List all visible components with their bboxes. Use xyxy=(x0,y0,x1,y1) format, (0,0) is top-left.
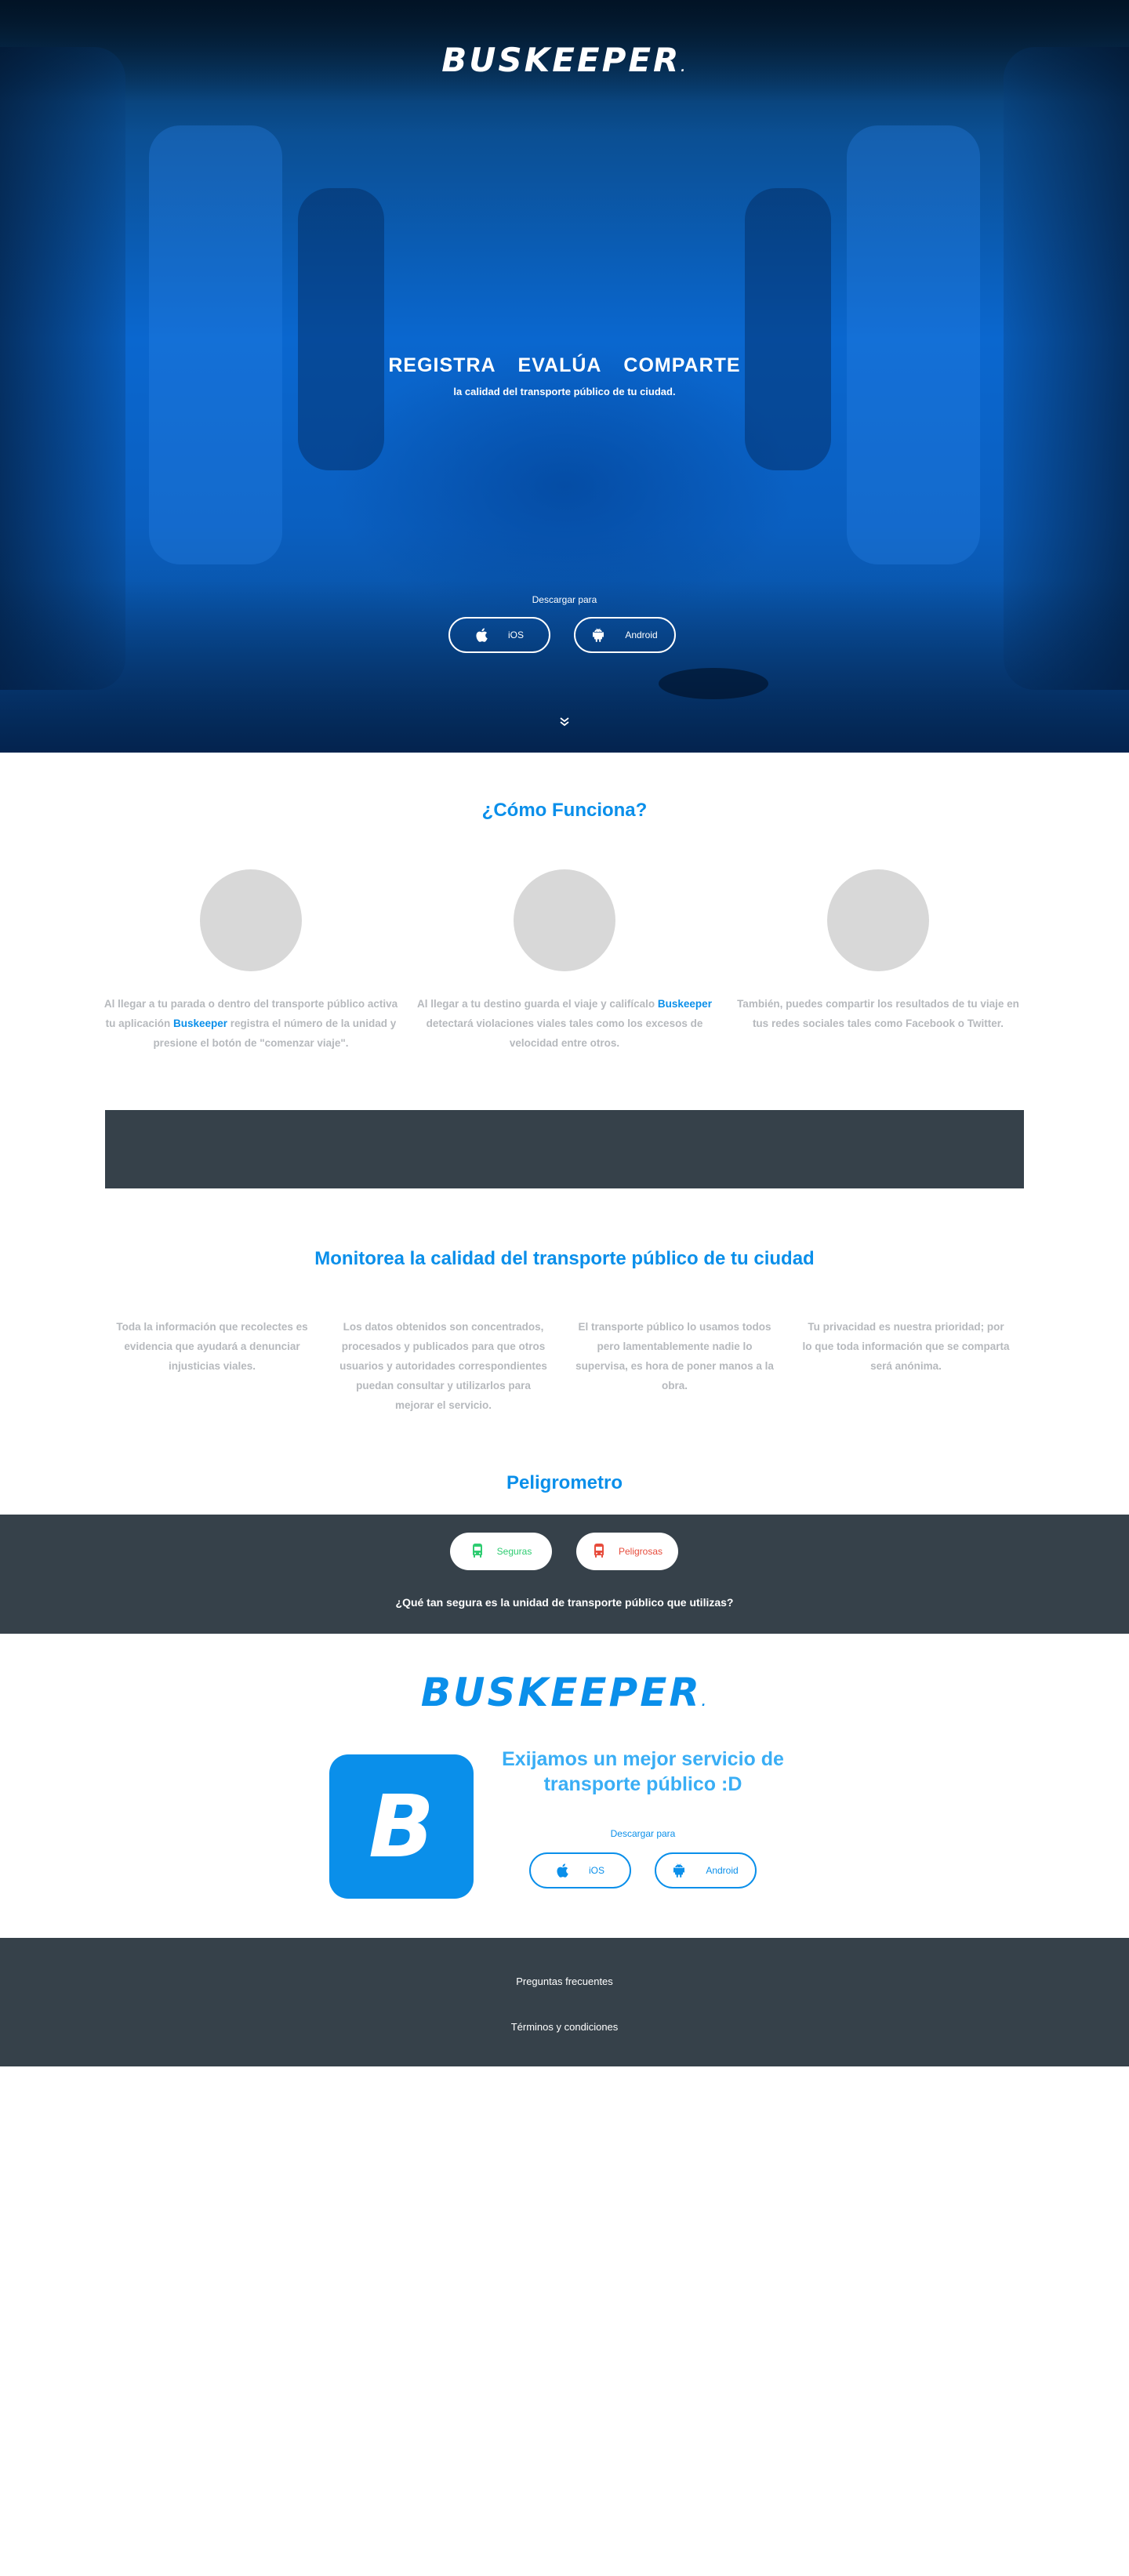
hero-headline: REGISTRA EVALÚA COMPARTE xyxy=(0,354,1129,377)
monitor-item-2: Los datos obtenidos son concentrados, pr… xyxy=(339,1321,547,1411)
hero-bg-seat-left-mid xyxy=(149,125,282,564)
hero-bg-seat-right-far xyxy=(745,188,831,470)
step-2-brand-link[interactable]: Buskeeper xyxy=(658,998,712,1010)
hero-download-label: Descargar para xyxy=(532,594,597,605)
logo-text: BUSKEEPER xyxy=(441,41,681,79)
peligrometro-title: Peligrometro xyxy=(506,1472,623,1493)
hero-logo[interactable]: BUSKEEPER. xyxy=(0,41,1129,79)
footer-logo: BUSKEEPER. xyxy=(0,1670,1129,1715)
landing-page: BUSKEEPER. REGISTRA EVALÚA COMPARTE la c… xyxy=(0,0,1129,2576)
cta-android-label: Android xyxy=(706,1865,739,1876)
hero-word-comparte: COMPARTE xyxy=(623,354,741,376)
peligrometro-question: ¿Qué tan segura es la unidad de transpor… xyxy=(395,1596,734,1609)
dangerous-filter-label: Peligrosas xyxy=(618,1546,663,1557)
step-1-image xyxy=(200,869,302,971)
logo-mark: . xyxy=(681,62,688,74)
step-2-image xyxy=(514,869,615,971)
double-chevron-down-icon[interactable] xyxy=(555,717,574,732)
apple-icon xyxy=(556,1863,572,1878)
faq-link[interactable]: Preguntas frecuentes xyxy=(0,1976,1129,1987)
step-2-text: Al llegar a tu destino guarda el viaje y… xyxy=(416,994,713,1053)
step-3-text-a: También, puedes compartir los resultados… xyxy=(737,998,1019,1029)
peligrometro-band xyxy=(0,1515,1129,1634)
hero-ios-button[interactable]: iOS xyxy=(448,617,550,653)
app-icon: B xyxy=(329,1754,474,1899)
hero-section: BUSKEEPER. REGISTRA EVALÚA COMPARTE la c… xyxy=(0,0,1129,753)
monitor-item-4: Tu privacidad es nuestra prioridad; por … xyxy=(802,1321,1010,1372)
monitor-item-3: El transporte público lo usamos todos pe… xyxy=(575,1321,774,1391)
step-1-brand-link[interactable]: Buskeeper xyxy=(173,1018,227,1029)
step-2-text-a: Al llegar a tu destino guarda el viaje y… xyxy=(417,998,658,1010)
hero-ios-label: iOS xyxy=(507,629,524,640)
footer: Preguntas frecuentes Términos y condicio… xyxy=(0,1938,1129,2066)
app-icon-letter: B xyxy=(368,1776,434,1877)
hero-word-registra: REGISTRA xyxy=(388,354,496,376)
logo-text: BUSKEEPER xyxy=(420,1670,702,1715)
safe-filter-button[interactable]: Seguras xyxy=(450,1533,552,1570)
step-1-text: Al llegar a tu parada o dentro del trans… xyxy=(102,994,400,1053)
step-2-text-b: detectará violaciones viales tales como … xyxy=(426,1018,703,1049)
terms-link[interactable]: Términos y condiciones xyxy=(0,2021,1129,2033)
android-icon xyxy=(592,628,608,642)
monitor-item-1: Toda la información que recolectes es ev… xyxy=(116,1321,308,1372)
bus-icon xyxy=(470,1543,485,1560)
cta-android-button[interactable]: Android xyxy=(655,1852,757,1888)
hero-bg-drain xyxy=(659,668,768,699)
video-banner xyxy=(105,1110,1024,1188)
hero-subtitle: la calidad del transporte público de tu … xyxy=(453,386,676,397)
step-3-image xyxy=(827,869,929,971)
how-it-works-title: ¿Cómo Funciona? xyxy=(481,800,648,821)
hero-bg-seat-left-far xyxy=(298,188,384,470)
android-icon xyxy=(673,1863,688,1878)
cta-title: Exijamos un mejor servicio de transporte… xyxy=(502,1748,784,1795)
cta-ios-label: iOS xyxy=(588,1865,604,1876)
monitor-title: Monitorea la calidad del transporte públ… xyxy=(314,1248,815,1269)
step-3-text: También, puedes compartir los resultados… xyxy=(729,994,1027,1033)
dangerous-filter-button[interactable]: Peligrosas xyxy=(576,1533,678,1570)
cta-download-label: Descargar para xyxy=(610,1828,676,1839)
safe-filter-label: Seguras xyxy=(496,1546,532,1557)
logo-mark: . xyxy=(701,1696,709,1709)
bus-icon xyxy=(592,1543,606,1560)
apple-icon xyxy=(475,628,491,642)
cta-ios-button[interactable]: iOS xyxy=(529,1852,631,1888)
hero-bg-seat-right-mid xyxy=(847,125,980,564)
hero-android-label: Android xyxy=(625,629,658,640)
hero-word-evalua: EVALÚA xyxy=(517,354,602,376)
hero-android-button[interactable]: Android xyxy=(574,617,676,653)
